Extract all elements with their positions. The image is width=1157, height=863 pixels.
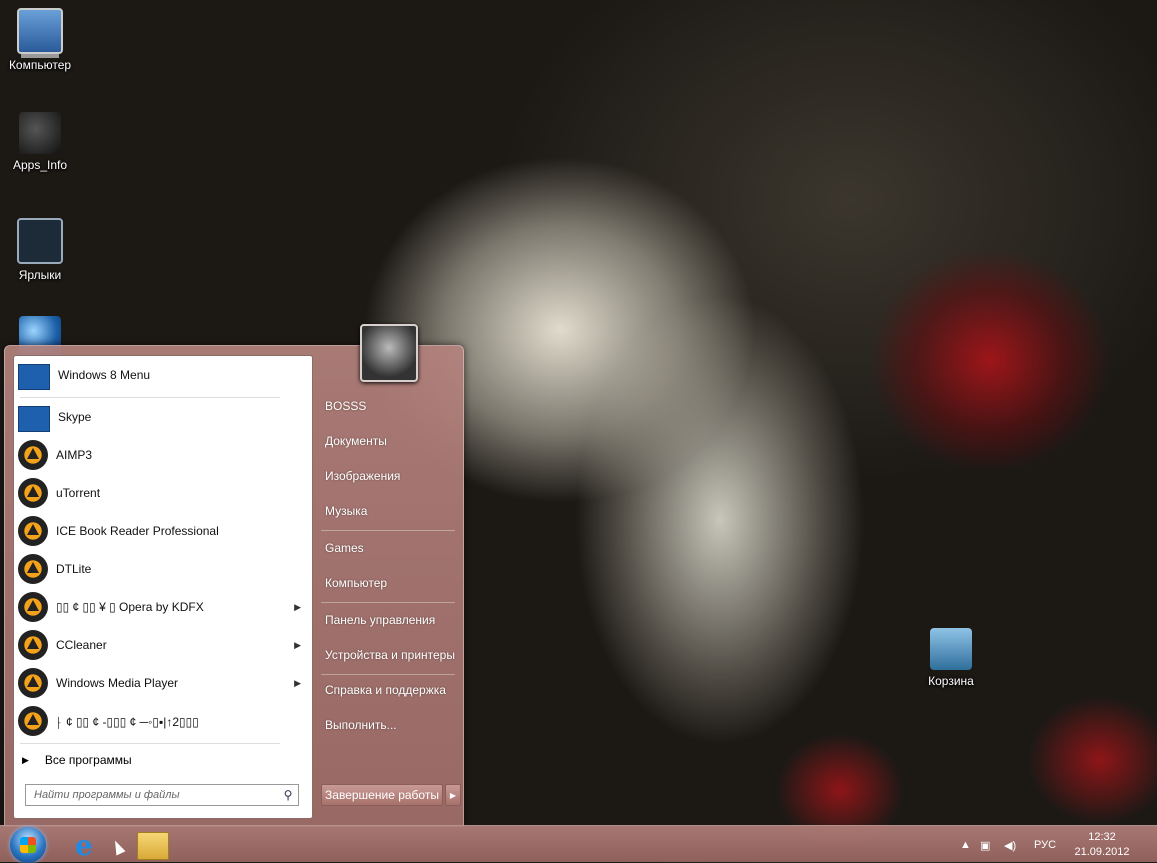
divider — [20, 743, 280, 744]
program-label: ICE Book Reader Professional — [56, 524, 219, 538]
show-hidden-icons-icon[interactable]: ▲ — [960, 839, 971, 851]
program-label: ▯▯ ¢ ▯▯ ¥ ▯ Opera by KDFX — [56, 600, 204, 614]
shutdown-button[interactable]: Завершение работы — [321, 784, 443, 806]
aimp-icon — [18, 554, 48, 584]
clock-time: 12:32 — [1088, 831, 1116, 843]
divider — [321, 530, 455, 531]
program-label: Windows Media Player — [56, 676, 179, 690]
place-label: BOSSS — [325, 399, 367, 413]
clock[interactable]: 12:32 21.09.2012 — [1066, 830, 1138, 860]
program-label: ⸠ ¢ ▯▯ ¢ -▯▯▯ ¢ ─◦▯▪|↑2▯▯▯ — [56, 714, 199, 729]
place-devices-printers[interactable]: Устройства и принтеры — [315, 644, 471, 666]
program-item[interactable]: uTorrent — [18, 475, 303, 511]
aimp-icon — [18, 592, 48, 622]
internet-explorer-icon[interactable]: e — [75, 829, 105, 862]
place-pictures[interactable]: Изображения — [315, 465, 471, 487]
program-item[interactable]: CCleaner ▶ — [18, 627, 303, 663]
divider — [321, 602, 455, 603]
program-label: uTorrent — [56, 486, 101, 500]
all-programs-label: Все программы — [44, 753, 132, 767]
computer-icon — [17, 8, 63, 54]
divider — [321, 674, 455, 675]
desktop-icon-recycle-bin[interactable]: Корзина — [912, 628, 990, 688]
place-control-panel[interactable]: Панель управления — [315, 609, 471, 631]
submenu-arrow-icon: ▶ — [294, 639, 301, 650]
submenu-arrow-icon: ▶ — [294, 601, 301, 612]
clock-date: 21.09.2012 — [1074, 846, 1130, 858]
program-item[interactable]: AIMP3 — [18, 437, 303, 473]
program-item[interactable]: DTLite — [18, 551, 303, 587]
program-label: Windows 8 Menu — [58, 368, 151, 382]
place-games[interactable]: Games — [315, 537, 471, 559]
volume-icon[interactable]: ◀) — [1004, 839, 1016, 852]
program-item[interactable]: ⸠ ¢ ▯▯ ¢ -▯▯▯ ¢ ─◦▯▪|↑2▯▯▯ — [18, 703, 303, 739]
divider — [20, 397, 280, 398]
taskbar: e ▲ ▣ ◀) РУС 12:32 21.09.2012 — [0, 825, 1157, 863]
desktop-icon-computer[interactable]: Компьютер — [1, 8, 79, 72]
shutdown-label: Завершение работы — [325, 788, 439, 802]
desktop-icon-label: Apps_Info — [12, 158, 68, 172]
place-documents[interactable]: Документы — [315, 430, 471, 452]
place-label: Справка и поддержка — [325, 683, 446, 697]
program-label: DTLite — [56, 562, 92, 576]
metro-tile-icon — [18, 405, 50, 432]
mouse-cursor-icon — [110, 838, 126, 856]
aimp-icon — [18, 668, 48, 698]
place-label: Устройства и принтеры — [325, 648, 455, 662]
aimp-icon — [18, 630, 48, 660]
search-icon[interactable]: ⚲ — [278, 788, 298, 802]
place-help-support[interactable]: Справка и поддержка — [315, 679, 471, 701]
place-user-folder[interactable]: BOSSS — [315, 395, 471, 417]
program-item[interactable]: Windows 8 Menu — [18, 357, 303, 393]
place-computer[interactable]: Компьютер — [315, 572, 471, 594]
program-label: AIMP3 — [56, 448, 93, 462]
aimp-icon — [18, 440, 48, 470]
shutdown-options-button[interactable]: ▶ — [445, 784, 461, 806]
place-run[interactable]: Выполнить... — [315, 714, 471, 736]
desktop-icon-label: Компьютер — [8, 58, 72, 72]
desktop-icon-label: Ярлыки — [18, 268, 62, 282]
aimp-icon — [18, 516, 48, 546]
program-item[interactable]: ▯▯ ¢ ▯▯ ¥ ▯ Opera by KDFX ▶ — [18, 589, 303, 625]
network-icon[interactable]: ▣ — [980, 839, 990, 852]
triangle-right-icon: ▶ — [22, 754, 29, 765]
place-label: Компьютер — [325, 576, 388, 590]
place-label: Панель управления — [325, 613, 436, 627]
search-input[interactable] — [26, 788, 278, 802]
program-item[interactable]: Windows Media Player ▶ — [18, 665, 303, 701]
submenu-arrow-icon: ▶ — [294, 677, 301, 688]
chevron-right-icon: ▶ — [449, 790, 457, 800]
program-item[interactable]: Skype — [18, 399, 303, 435]
place-music[interactable]: Музыка — [315, 500, 471, 522]
start-menu: Windows 8 Menu Skype AIMP3 uTorrent ICE … — [4, 324, 464, 827]
programs-panel: Windows 8 Menu Skype AIMP3 uTorrent ICE … — [13, 355, 313, 819]
place-label: Выполнить... — [325, 718, 397, 732]
program-label: CCleaner — [56, 638, 107, 652]
metro-tile-icon — [18, 363, 50, 390]
place-label: Музыка — [325, 504, 368, 518]
place-label: Games — [325, 541, 364, 555]
desktop-icon-label: Корзина — [928, 674, 974, 688]
all-programs-button[interactable]: ▶ Все программы — [22, 749, 282, 771]
desktop-icon-shortcuts[interactable]: Ярлыки — [1, 218, 79, 282]
program-label: Skype — [58, 410, 92, 424]
language-indicator[interactable]: РУС — [1034, 839, 1056, 851]
shortcuts-icon — [17, 218, 63, 264]
search-box: ⚲ — [25, 784, 299, 806]
place-label: Документы — [325, 434, 387, 448]
aimp-icon — [18, 706, 48, 736]
user-avatar[interactable] — [360, 324, 418, 382]
program-item[interactable]: ICE Book Reader Professional — [18, 513, 303, 549]
desktop-icon-apps-info[interactable]: Apps_Info — [1, 112, 79, 172]
start-button[interactable] — [10, 827, 46, 863]
apps-info-icon — [19, 112, 61, 154]
aimp-icon — [18, 478, 48, 508]
recycle-bin-icon — [930, 628, 972, 670]
file-explorer-icon[interactable] — [137, 832, 169, 860]
place-label: Изображения — [325, 469, 401, 483]
